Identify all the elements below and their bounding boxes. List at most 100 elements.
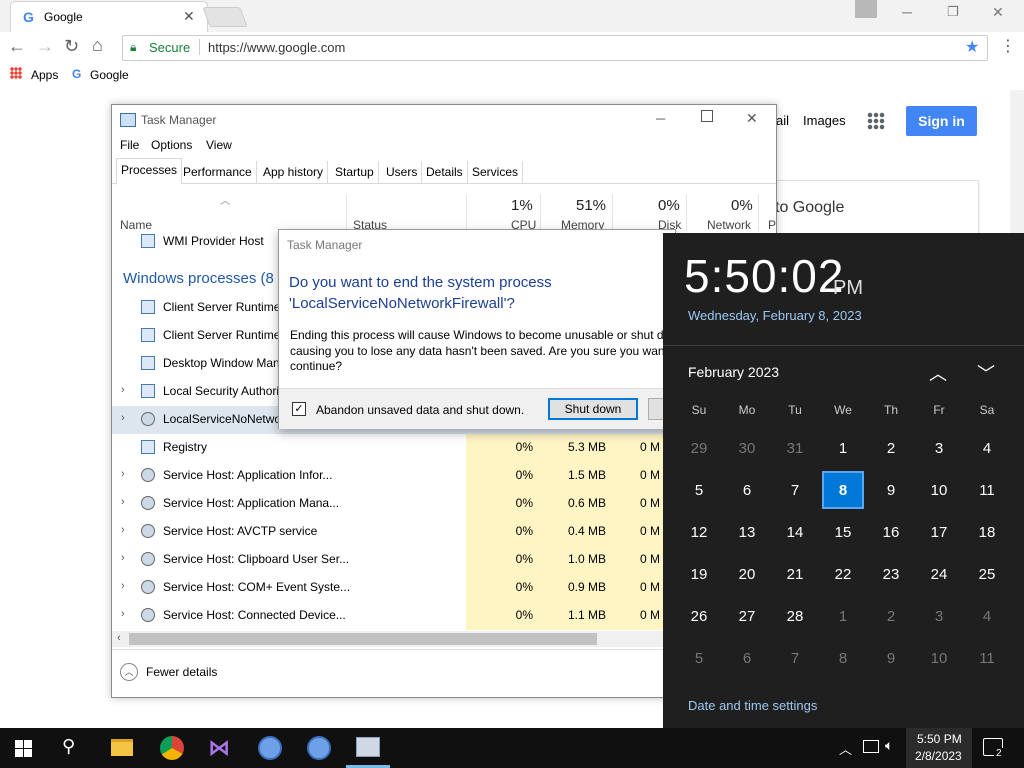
expand-chevron-icon[interactable]: › bbox=[121, 468, 125, 480]
forward-icon[interactable]: → bbox=[36, 36, 54, 57]
col-network[interactable]: Network bbox=[707, 218, 751, 232]
new-tab-button[interactable] bbox=[202, 7, 248, 27]
calendar-day[interactable]: 2 bbox=[867, 608, 915, 625]
abandon-checkbox[interactable]: ✓ bbox=[292, 402, 306, 416]
sign-in-button[interactable]: Sign in bbox=[906, 106, 977, 136]
calendar-day[interactable]: 13 bbox=[723, 524, 771, 541]
shut-down-button[interactable]: Shut down bbox=[548, 398, 638, 420]
address-bar[interactable]: 🔒︎ Secure https://www.google.com ★ bbox=[122, 35, 988, 61]
memory-percent[interactable]: 51% bbox=[576, 197, 606, 214]
google-apps-icon[interactable] bbox=[867, 112, 885, 130]
windows-start-icon[interactable] bbox=[15, 740, 32, 757]
back-icon[interactable]: ← bbox=[8, 36, 26, 57]
calendar-day[interactable]: 21 bbox=[771, 566, 819, 583]
task-manager-taskbar-icon[interactable] bbox=[356, 737, 380, 757]
horizontal-scrollbar[interactable]: ‹ bbox=[112, 631, 664, 647]
col-power[interactable]: P bbox=[768, 218, 776, 232]
tab-app-history[interactable]: App history bbox=[259, 161, 329, 183]
chrome-canary-icon-2[interactable] bbox=[307, 736, 331, 760]
calendar-day[interactable]: 14 bbox=[771, 524, 819, 541]
url-text[interactable]: https://www.google.com bbox=[208, 40, 345, 55]
calendar-day[interactable]: 28 bbox=[771, 608, 819, 625]
calendar-day[interactable]: 9 bbox=[867, 650, 915, 667]
calendar-day[interactable]: 9 bbox=[867, 482, 915, 499]
menu-file[interactable]: File bbox=[120, 138, 139, 152]
chevron-up-icon[interactable]: ︿ bbox=[929, 360, 947, 386]
menu-view[interactable]: View bbox=[206, 138, 232, 152]
calendar-day[interactable]: 3 bbox=[915, 440, 963, 457]
tab-startup[interactable]: Startup bbox=[331, 161, 379, 183]
calendar-day[interactable]: 10 bbox=[915, 650, 963, 667]
calendar-day[interactable]: 4 bbox=[963, 440, 1011, 457]
clock-date[interactable]: Wednesday, February 8, 2023 bbox=[688, 308, 862, 323]
calendar-day[interactable]: 11 bbox=[963, 650, 1011, 667]
reload-icon[interactable]: ↻ bbox=[64, 36, 79, 57]
scrollbar-thumb[interactable] bbox=[129, 633, 597, 645]
expand-chevron-icon[interactable]: › bbox=[121, 552, 125, 564]
chrome-icon[interactable] bbox=[160, 736, 184, 760]
calendar-day[interactable]: 6 bbox=[723, 650, 771, 667]
col-name[interactable]: Name bbox=[120, 218, 152, 232]
network-percent[interactable]: 0% bbox=[731, 197, 753, 214]
calendar-day[interactable]: 25 bbox=[963, 566, 1011, 583]
bookmark-star-icon[interactable]: ★ bbox=[965, 37, 979, 57]
tab-performance[interactable]: Performance bbox=[179, 161, 257, 183]
calendar-day[interactable]: 5 bbox=[675, 482, 723, 499]
network-icon[interactable] bbox=[863, 740, 879, 753]
show-hidden-icons-icon[interactable]: ︿ bbox=[839, 739, 852, 758]
calendar-day[interactable]: 1 bbox=[819, 440, 867, 457]
tab-close-icon[interactable]: ✕ bbox=[183, 8, 195, 25]
gmail-link[interactable]: ail bbox=[776, 113, 789, 128]
month-label[interactable]: February 2023 bbox=[688, 364, 779, 380]
expand-chevron-icon[interactable]: › bbox=[121, 384, 125, 396]
calendar-day[interactable]: 27 bbox=[723, 608, 771, 625]
chevron-down-icon[interactable]: ﹀ bbox=[977, 360, 995, 386]
calendar-day[interactable]: 7 bbox=[771, 482, 819, 499]
tm-maximize-icon[interactable] bbox=[701, 110, 713, 122]
calendar-day[interactable]: 4 bbox=[963, 608, 1011, 625]
tab-google[interactable]: G Google ✕ bbox=[10, 1, 208, 32]
restore-icon[interactable]: ❐ bbox=[947, 4, 959, 20]
cpu-percent[interactable]: 1% bbox=[511, 197, 533, 214]
scroll-left-icon[interactable]: ‹ bbox=[117, 632, 121, 644]
menu-options[interactable]: Options bbox=[151, 138, 192, 152]
calendar-day[interactable]: 19 bbox=[675, 566, 723, 583]
menu-dots-icon[interactable]: ⋮ bbox=[1000, 36, 1016, 56]
calendar-day[interactable]: 15 bbox=[819, 524, 867, 541]
volume-icon[interactable]: 🔈︎ bbox=[885, 737, 893, 754]
calendar-day[interactable]: 31 bbox=[771, 440, 819, 457]
calendar-day[interactable]: 7 bbox=[771, 650, 819, 667]
tm-close-icon[interactable]: ✕ bbox=[746, 110, 758, 127]
expand-chevron-icon[interactable]: › bbox=[121, 496, 125, 508]
calendar-day[interactable]: 23 bbox=[867, 566, 915, 583]
tab-users[interactable]: Users bbox=[382, 161, 423, 183]
calendar-day[interactable]: 6 bbox=[723, 482, 771, 499]
fewer-details-link[interactable]: Fewer details bbox=[146, 665, 217, 679]
calendar-day[interactable]: 16 bbox=[867, 524, 915, 541]
expand-chevron-icon[interactable]: › bbox=[121, 580, 125, 592]
disk-percent[interactable]: 0% bbox=[658, 197, 680, 214]
calendar-day[interactable]: 8 bbox=[819, 650, 867, 667]
calendar-day[interactable]: 17 bbox=[915, 524, 963, 541]
calendar-day[interactable]: 11 bbox=[963, 482, 1011, 499]
calendar-day[interactable]: 12 bbox=[675, 524, 723, 541]
home-icon[interactable]: ⌂ bbox=[92, 35, 103, 56]
expand-chevron-icon[interactable]: › bbox=[121, 524, 125, 536]
tm-minimize-icon[interactable]: ─ bbox=[656, 111, 665, 126]
expand-chevron-icon[interactable]: › bbox=[121, 412, 125, 424]
minimize-icon[interactable]: ─ bbox=[902, 4, 912, 20]
calendar-day[interactable]: 3 bbox=[915, 608, 963, 625]
bookmark-google[interactable]: Google bbox=[90, 68, 129, 82]
calendar-day-today[interactable]: 8 bbox=[819, 482, 867, 499]
chrome-canary-icon[interactable] bbox=[258, 736, 282, 760]
close-window-icon[interactable]: ✕ bbox=[992, 4, 1004, 21]
tab-details[interactable]: Details bbox=[422, 161, 468, 183]
calendar-day[interactable]: 24 bbox=[915, 566, 963, 583]
calendar-day[interactable]: 26 bbox=[675, 608, 723, 625]
calendar-day[interactable]: 5 bbox=[675, 650, 723, 667]
taskbar-clock[interactable]: 5:50 PM 2/8/2023 bbox=[906, 728, 972, 768]
calendar-day[interactable]: 29 bbox=[675, 440, 723, 457]
tab-services[interactable]: Services bbox=[468, 161, 524, 183]
calendar-day[interactable]: 18 bbox=[963, 524, 1011, 541]
images-link[interactable]: Images bbox=[803, 113, 846, 128]
